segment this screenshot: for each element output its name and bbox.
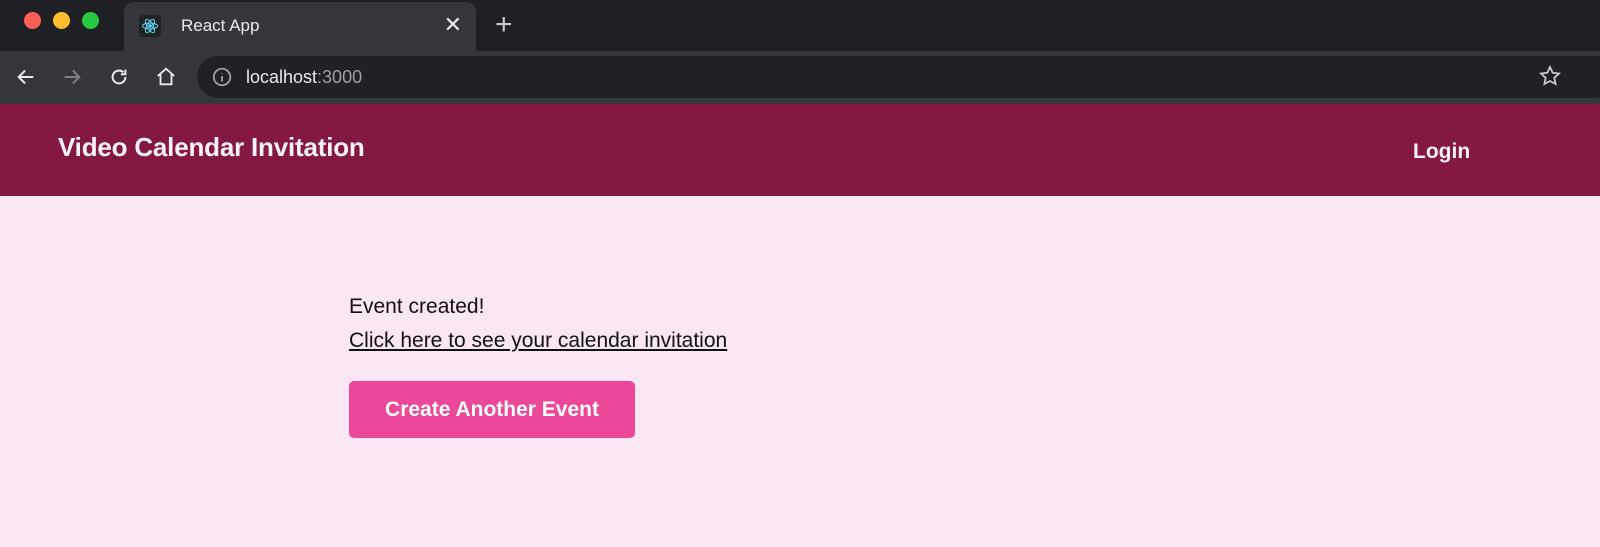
url-text: localhost:3000 [246,67,362,88]
browser-tabstrip: React App ✕ + [0,0,1600,51]
tab-title: React App [181,16,260,35]
back-icon[interactable] [13,64,39,90]
forward-icon[interactable] [59,64,85,90]
react-logo-icon [139,15,161,37]
close-icon[interactable]: ✕ [444,12,462,38]
app-title: Video Calendar Invitation [58,132,365,162]
create-another-event-button[interactable]: Create Another Event [349,381,635,438]
address-bar[interactable]: localhost:3000 [197,56,1600,98]
main-content: Event created! Click here to see your ca… [349,294,727,438]
calendar-invitation-link[interactable]: Click here to see your calendar invitati… [349,328,727,354]
app-header: Video Calendar Invitation Login [0,104,1600,196]
window-close-button[interactable] [24,12,41,29]
home-icon[interactable] [153,64,179,90]
url-port: :3000 [317,67,363,87]
bookmark-star-icon[interactable] [1538,64,1562,93]
window-maximize-button[interactable] [82,12,99,29]
window-minimize-button[interactable] [53,12,70,29]
reload-icon[interactable] [106,64,132,90]
login-link[interactable]: Login [1413,140,1470,164]
browser-tab[interactable]: React App ✕ [124,2,476,51]
browser-toolbar: localhost:3000 [0,51,1600,104]
info-icon[interactable] [211,66,233,93]
success-message: Event created! [349,295,485,318]
url-host: localhost [246,67,318,87]
new-tab-icon[interactable]: + [495,10,513,40]
